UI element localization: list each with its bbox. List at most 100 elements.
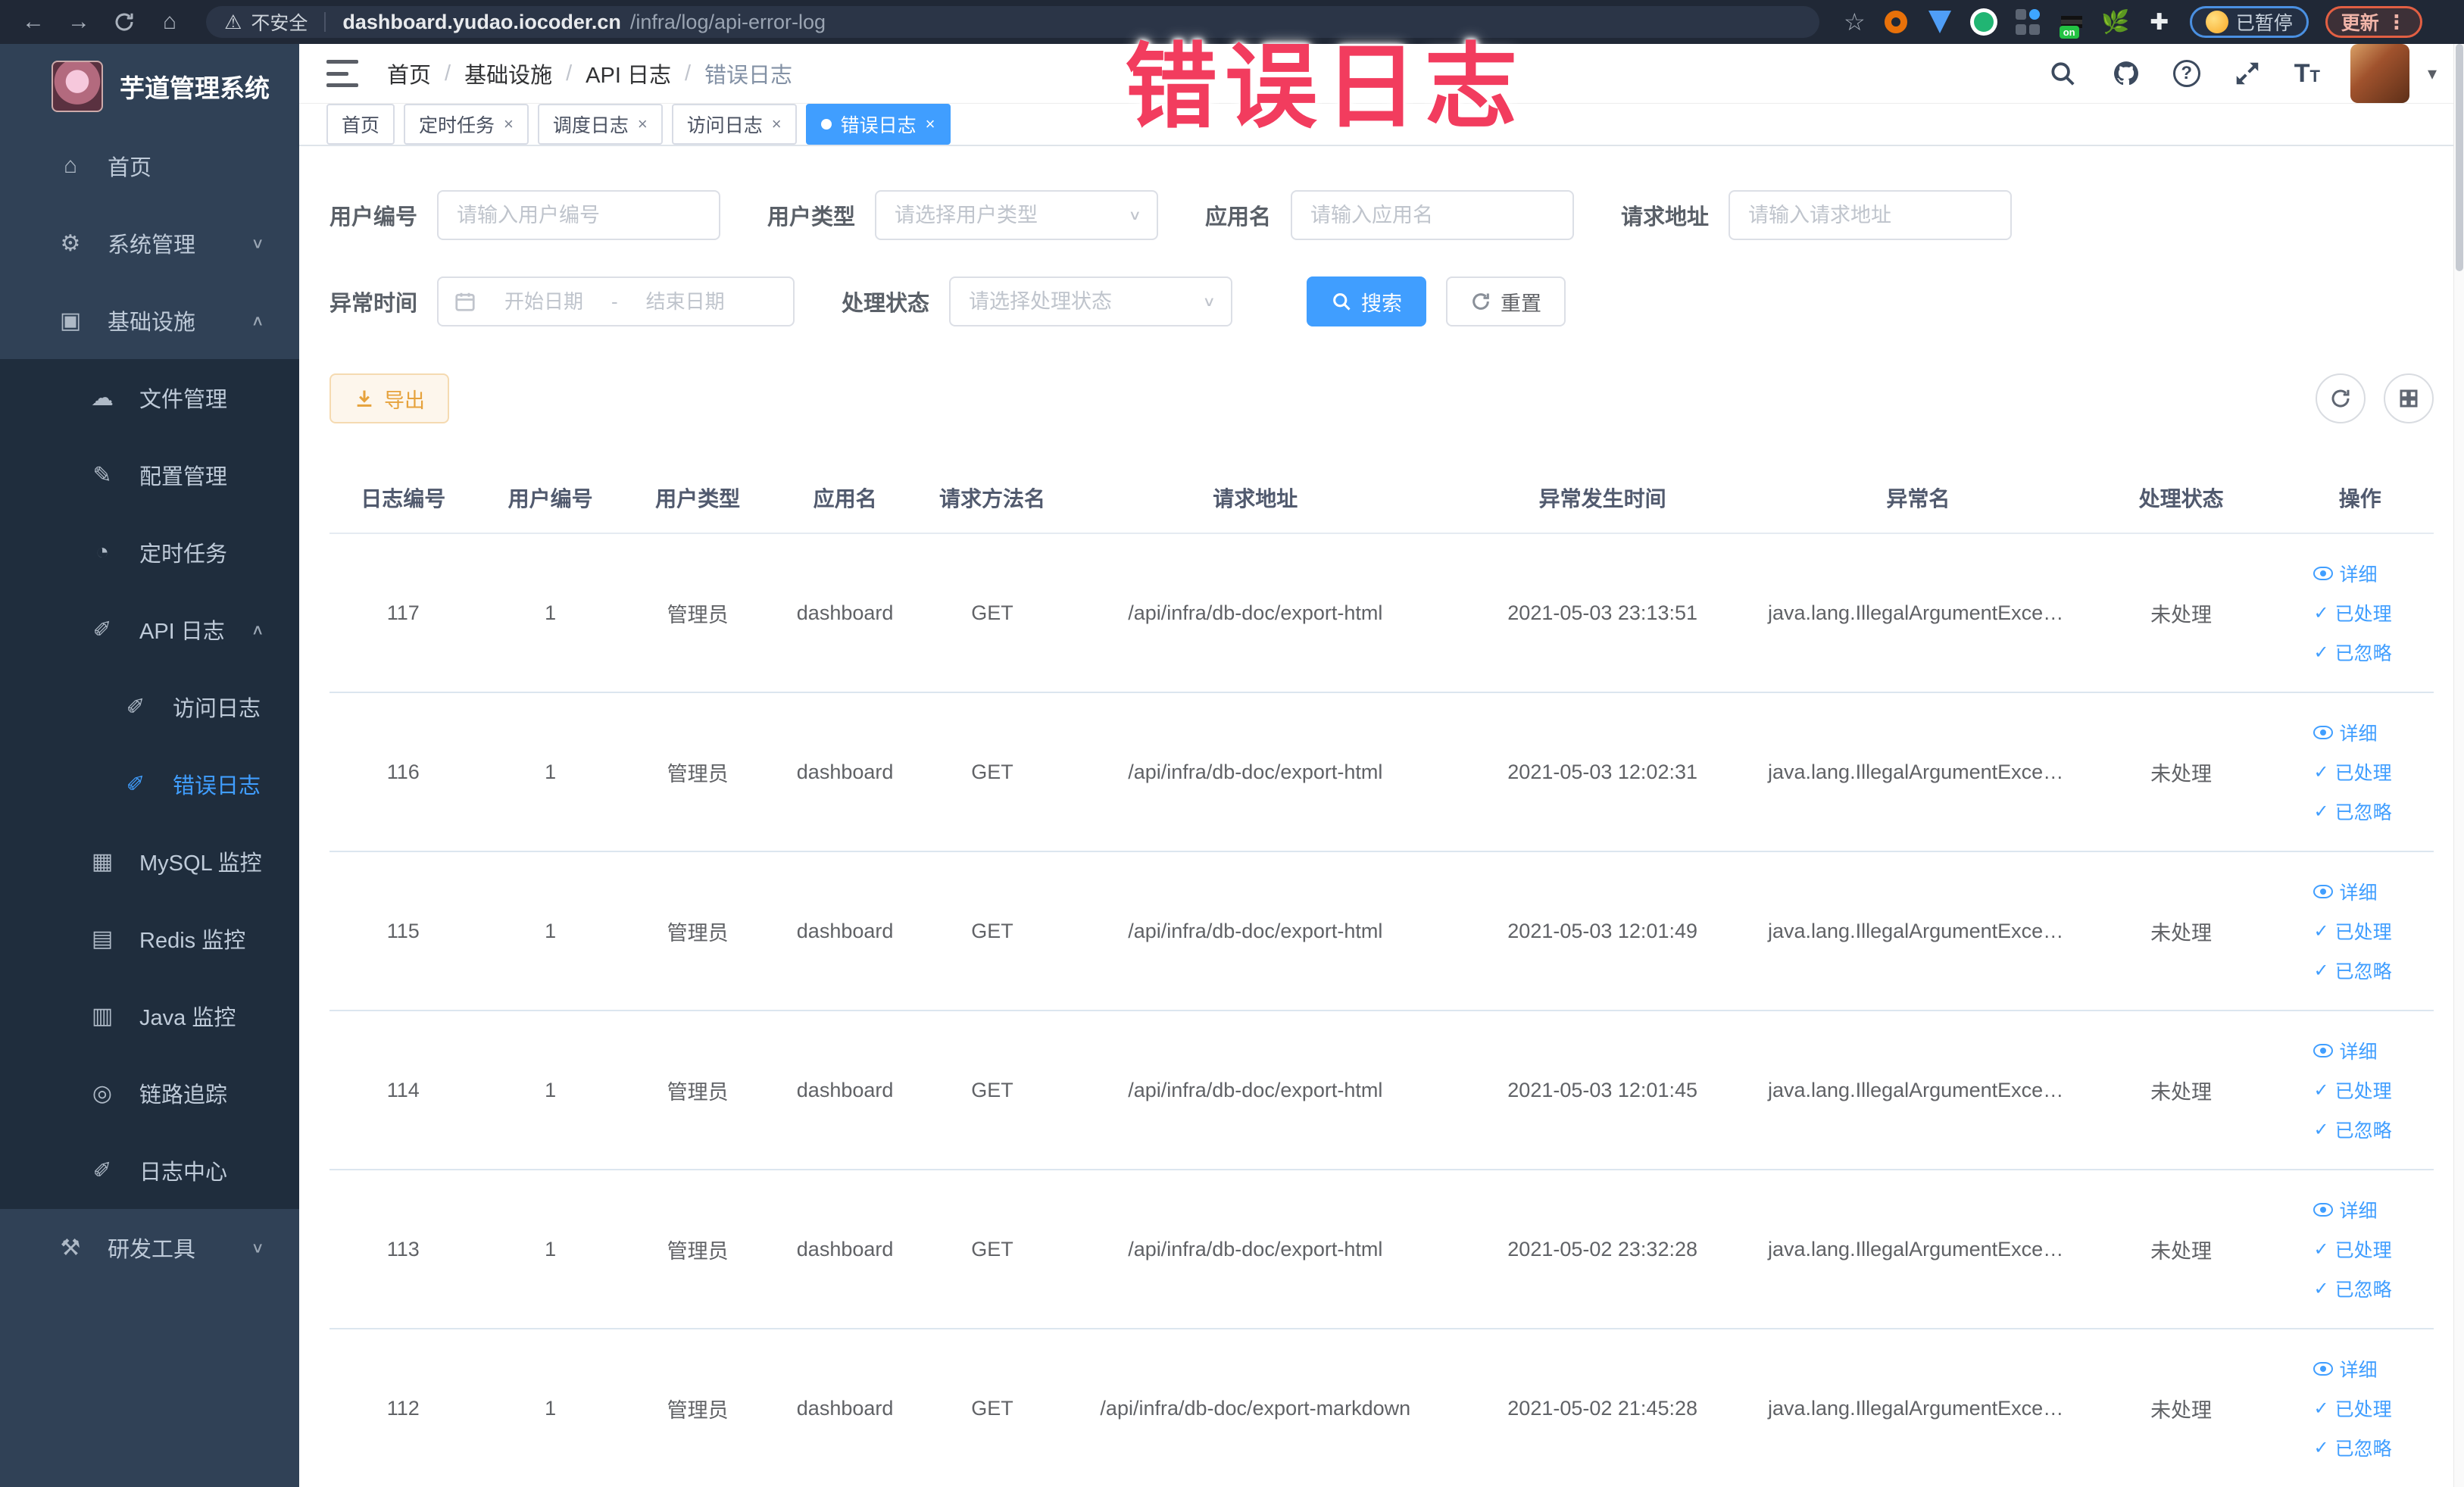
extension-icon-orange[interactable]	[1882, 8, 1910, 36]
search-icon[interactable]	[2046, 57, 2079, 90]
extension-icon-grid[interactable]	[2014, 8, 2041, 36]
request-url-label: 请求地址	[1621, 205, 1710, 230]
extension-icon-switch[interactable]: on	[2058, 8, 2085, 39]
close-icon[interactable]: ×	[772, 114, 782, 134]
mark-processed-link[interactable]: ✓ 已处理	[2313, 599, 2391, 626]
log-doc-icon: ✐	[126, 771, 145, 797]
sidebar-item-config-manage[interactable]: ✎ 配置管理	[0, 436, 299, 514]
mark-ignored-link[interactable]: ✓ 已忽略	[2313, 639, 2391, 666]
extension-icon-green[interactable]	[1969, 8, 1997, 36]
mark-processed-link[interactable]: ✓ 已处理	[2313, 917, 2391, 945]
search-icon	[1333, 293, 1351, 311]
font-size-icon[interactable]: TT	[2294, 59, 2320, 89]
mark-ignored-link[interactable]: ✓ 已忽略	[2313, 957, 2391, 984]
chrome-update-chip[interactable]: 更新 ⋮	[2325, 6, 2422, 38]
mark-ignored-link[interactable]: ✓ 已忽略	[2313, 1275, 2391, 1302]
export-button[interactable]: 导出	[329, 373, 449, 423]
address-bar[interactable]: ⚠ 不安全 dashboard.yudao.iocoder.cn /infra/…	[206, 6, 1819, 38]
download-icon	[357, 390, 372, 407]
mark-processed-link[interactable]: ✓ 已处理	[2313, 1395, 2391, 1422]
sidebar-item-cron-job[interactable]: ◔ 定时任务	[0, 514, 299, 591]
mark-processed-link[interactable]: ✓ 已处理	[2313, 1236, 2391, 1263]
active-dot	[820, 119, 832, 130]
detail-link[interactable]: 详细	[2313, 1196, 2377, 1223]
chevron-down-icon[interactable]: ▾	[2428, 63, 2437, 85]
user-type-select[interactable]	[875, 190, 1159, 240]
fullscreen-icon[interactable]	[2231, 57, 2264, 90]
tab-access-log[interactable]: 访问日志 ×	[671, 104, 797, 145]
sidebar-item-infra[interactable]: ▣ 基础设施 ∧	[0, 282, 299, 359]
grid-icon	[2400, 389, 2418, 408]
detail-link[interactable]: 详细	[2313, 560, 2377, 587]
check-icon: ✓	[2313, 1119, 2329, 1140]
sidebar-item-tracing[interactable]: ◎ 链路追踪	[0, 1054, 299, 1132]
sidebar-item-dev-tools[interactable]: ⚒ 研发工具 ∨	[0, 1209, 299, 1286]
end-date-input[interactable]	[628, 289, 742, 314]
app-name-label: 应用名	[1205, 205, 1272, 230]
sidebar-item-system[interactable]: ⚙ 系统管理 ∨	[0, 205, 299, 282]
home-icon[interactable]: ⌂	[150, 5, 189, 39]
sidebar: 芋道管理系统 ⌂ 首页 ⚙ 系统管理 ∨ ▣ 基础设施 ∧ ☁ 文件管理 ✎ 配…	[0, 44, 299, 1487]
close-icon[interactable]: ×	[638, 114, 648, 134]
extensions-puzzle-icon[interactable]: ✚	[2146, 8, 2173, 36]
back-icon[interactable]: ←	[14, 5, 53, 39]
tab-cron-job[interactable]: 定时任务 ×	[404, 104, 529, 145]
bookmark-star-icon[interactable]: ☆	[1844, 8, 1866, 36]
mark-processed-link[interactable]: ✓ 已处理	[2313, 1076, 2391, 1104]
collapse-menu-icon[interactable]	[326, 60, 358, 87]
sidebar-item-redis-monitor[interactable]: ▤ Redis 监控	[0, 900, 299, 977]
tab-schedule-log[interactable]: 调度日志 ×	[537, 104, 663, 145]
request-url-input[interactable]	[1729, 190, 2013, 240]
profile-paused-chip[interactable]: 已暂停	[2189, 6, 2309, 38]
edit-icon: ✎	[92, 462, 112, 488]
extension-icon-shield[interactable]	[1926, 8, 1953, 36]
extension-icon-plant[interactable]: 🌿	[2101, 8, 2129, 36]
close-icon[interactable]: ×	[504, 114, 514, 134]
col-time: 异常发生时间	[1538, 487, 1666, 511]
url-host: dashboard.yudao.iocoder.cn	[342, 10, 621, 33]
breadcrumb-infra[interactable]: 基础设施	[464, 58, 552, 89]
tab-home[interactable]: 首页	[326, 104, 395, 145]
redis-icon: ▤	[91, 926, 114, 951]
status-text: 未处理	[2150, 921, 2213, 945]
close-icon[interactable]: ×	[926, 114, 935, 134]
not-secure-icon: ⚠	[224, 10, 242, 33]
mark-ignored-link[interactable]: ✓ 已忽略	[2313, 1434, 2391, 1461]
app-name-input[interactable]	[1291, 190, 1575, 240]
sidebar-item-access-log[interactable]: ✐ 访问日志	[0, 668, 299, 745]
tab-error-log[interactable]: 错误日志 ×	[805, 104, 951, 145]
detail-link[interactable]: 详细	[2313, 878, 2377, 905]
breadcrumb-api-log[interactable]: API 日志	[586, 58, 671, 89]
reload-icon[interactable]	[105, 5, 144, 39]
column-settings-button[interactable]	[2384, 373, 2434, 423]
avatar[interactable]	[2350, 44, 2409, 103]
sidebar-item-home[interactable]: ⌂ 首页	[0, 127, 299, 205]
mark-processed-link[interactable]: ✓ 已处理	[2313, 758, 2391, 786]
help-icon[interactable]: ?	[2172, 60, 2200, 87]
forward-icon[interactable]: →	[59, 5, 98, 39]
detail-link[interactable]: 详细	[2313, 1037, 2377, 1064]
detail-link[interactable]: 详细	[2313, 1355, 2377, 1382]
process-status-select[interactable]	[949, 276, 1233, 326]
sidebar-item-api-log[interactable]: ✐ API 日志 ∧	[0, 591, 299, 668]
date-range-picker[interactable]: -	[437, 276, 795, 326]
chevron-up-icon: ∧	[251, 312, 264, 329]
sidebar-item-error-log[interactable]: ✐ 错误日志	[0, 745, 299, 823]
user-id-input[interactable]	[437, 190, 721, 240]
breadcrumb-home[interactable]: 首页	[387, 58, 431, 89]
sidebar-item-mysql-monitor[interactable]: ▦ MySQL 监控	[0, 823, 299, 900]
sidebar-item-java-monitor[interactable]: ▥ Java 监控	[0, 977, 299, 1054]
mark-ignored-link[interactable]: ✓ 已忽略	[2313, 1116, 2391, 1143]
app-title: 芋道管理系统	[120, 74, 270, 102]
reset-button[interactable]: 重置	[1446, 276, 1566, 326]
start-date-input[interactable]	[487, 289, 601, 314]
sidebar-item-file-manage[interactable]: ☁ 文件管理	[0, 359, 299, 436]
scrollbar-thumb[interactable]	[2456, 44, 2463, 271]
search-button[interactable]: 搜索	[1307, 276, 1427, 326]
refresh-button[interactable]	[2316, 373, 2366, 423]
github-icon[interactable]	[2110, 57, 2143, 90]
mark-ignored-link[interactable]: ✓ 已忽略	[2313, 798, 2391, 825]
detail-link[interactable]: 详细	[2313, 719, 2377, 746]
app-logo[interactable]: 芋道管理系统	[0, 44, 299, 127]
sidebar-item-log-center[interactable]: ✐ 日志中心	[0, 1132, 299, 1209]
